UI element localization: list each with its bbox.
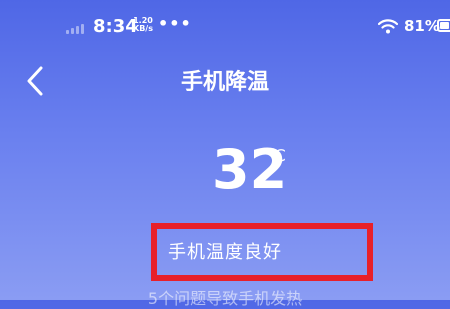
more-notifications-icon: ••• bbox=[158, 14, 192, 33]
temperature-display: 32 ℃ bbox=[212, 140, 287, 200]
battery-icon bbox=[437, 19, 450, 32]
cellular-signal-icon bbox=[66, 20, 88, 34]
network-speed-unit: KB/s bbox=[133, 24, 153, 33]
status-bar: 8:34 1.20 KB/s ••• 81% bbox=[0, 0, 450, 52]
status-time: 8:34 bbox=[93, 16, 138, 37]
highlight-box bbox=[151, 223, 373, 281]
wifi-icon bbox=[378, 19, 398, 34]
page-title: 手机降温 bbox=[180, 70, 269, 95]
heat-issues-link[interactable]: 5个问题导致手机发热 bbox=[0, 285, 450, 309]
network-speed: 1.20 KB/s bbox=[133, 17, 153, 33]
temperature-unit: ℃ bbox=[268, 146, 286, 165]
battery-percentage: 81% bbox=[404, 17, 440, 35]
